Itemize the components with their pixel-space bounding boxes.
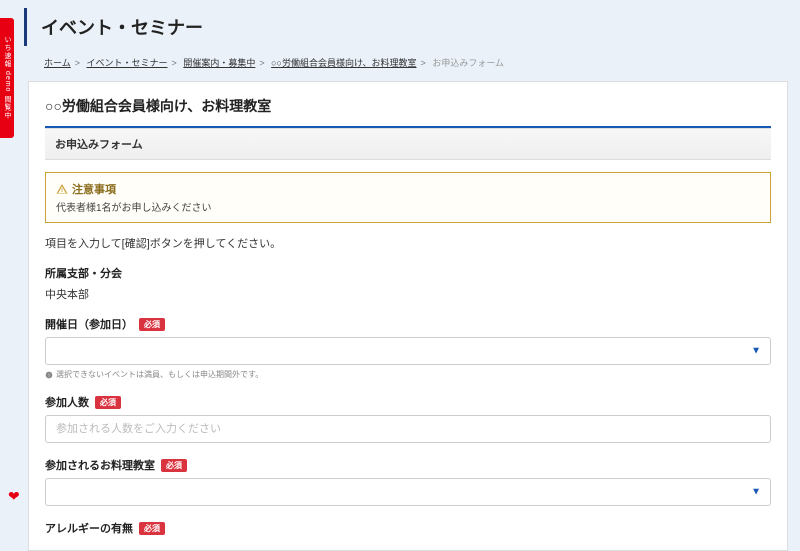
label-class: 参加されるお料理教室 xyxy=(45,457,155,473)
select-date[interactable] xyxy=(45,337,771,365)
form-card: ○○労働組合会員様向け、お料理教室 お申込みフォーム 注意事項 代表者様1名がお… xyxy=(28,81,788,551)
card-title: ○○労働組合会員様向け、お料理教室 xyxy=(45,96,771,116)
svg-text:!: ! xyxy=(48,372,49,377)
breadcrumb-list[interactable]: 開催案内・募集中 xyxy=(183,58,255,68)
label-count: 参加人数 xyxy=(45,394,89,410)
required-badge: 必須 xyxy=(95,396,121,409)
breadcrumb-current: お申込みフォーム xyxy=(432,58,504,68)
hint-date: ! 選択できないイベントは満員、もしくは申込期間外です。 xyxy=(45,369,771,380)
field-count: 参加人数 必須 xyxy=(45,394,771,443)
lead-text: 項目を入力して[確認]ボタンを押してください。 xyxy=(45,235,771,251)
required-badge: 必須 xyxy=(139,318,165,331)
notice-title: 注意事項 xyxy=(72,181,116,197)
info-icon: ! xyxy=(45,371,53,379)
breadcrumb: ホーム> イベント・セミナー> 開催案内・募集中> ○○労働組合会員様向け、お料… xyxy=(44,56,792,69)
select-class[interactable] xyxy=(45,478,771,506)
field-date: 開催日（参加日） 必須 ▼ ! 選択できないイベントは満員、もしくは申込期間外で… xyxy=(45,316,771,380)
notice-body: 代表者様1名がお申し込みください xyxy=(56,199,760,214)
label-allergy: アレルギーの有無 xyxy=(45,520,133,536)
value-branch: 中央本部 xyxy=(45,286,771,302)
side-demo-tab[interactable]: いち速報 demo 閲覧中 xyxy=(0,18,14,138)
warning-icon xyxy=(56,183,68,195)
side-demo-label: いち速報 demo 閲覧中 xyxy=(2,36,12,119)
page-title: イベント・セミナー xyxy=(41,14,792,40)
label-date: 開催日（参加日） xyxy=(45,316,133,332)
breadcrumb-event[interactable]: イベント・セミナー xyxy=(87,58,168,68)
field-branch: 所属支部・分会 中央本部 xyxy=(45,265,771,302)
breadcrumb-home[interactable]: ホーム xyxy=(44,58,71,68)
breadcrumb-detail[interactable]: ○○労働組合会員様向け、お料理教室 xyxy=(271,58,416,68)
input-count[interactable] xyxy=(45,415,771,443)
field-class: 参加されるお料理教室 必須 ▼ xyxy=(45,457,771,506)
required-badge: 必須 xyxy=(161,459,187,472)
notice-box: 注意事項 代表者様1名がお申し込みください xyxy=(45,172,771,223)
section-header: お申込みフォーム xyxy=(45,128,771,160)
label-branch: 所属支部・分会 xyxy=(45,265,122,281)
page-title-bar: イベント・セミナー xyxy=(24,8,792,46)
bottom-corner-icon: ❤ xyxy=(8,488,20,505)
required-badge: 必須 xyxy=(139,522,165,535)
field-allergy: アレルギーの有無 必須 xyxy=(45,520,771,536)
